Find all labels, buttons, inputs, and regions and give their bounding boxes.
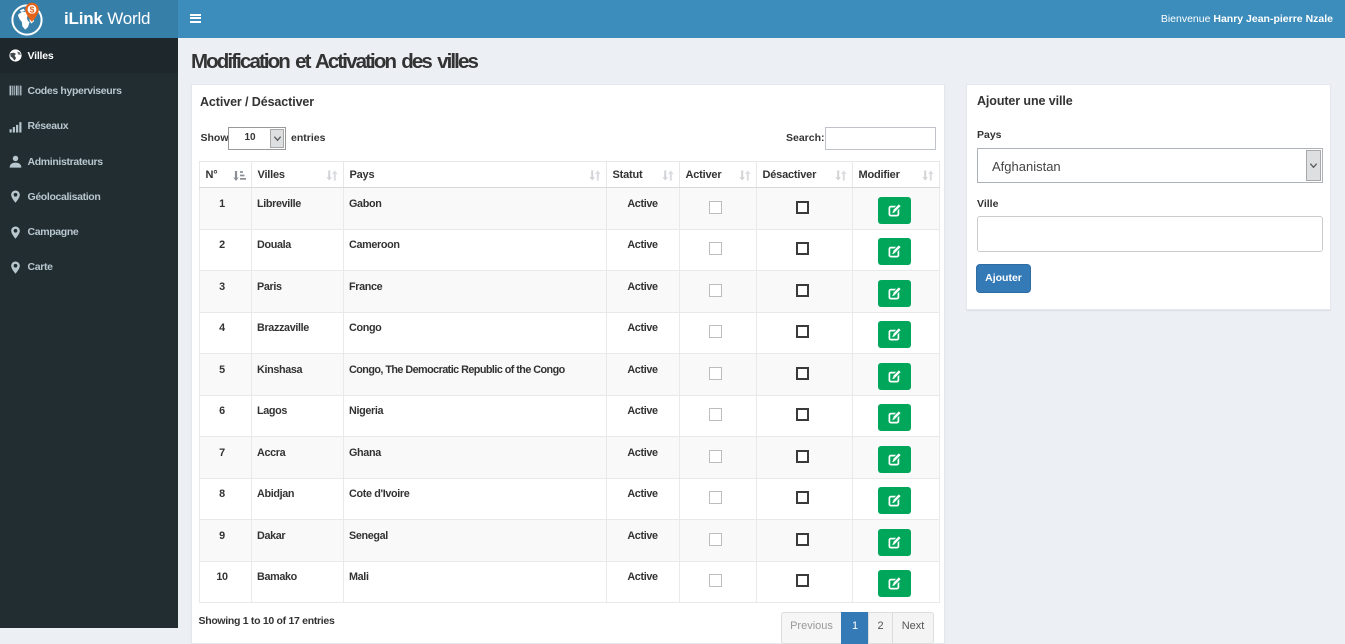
svg-text:$: $	[30, 5, 35, 15]
